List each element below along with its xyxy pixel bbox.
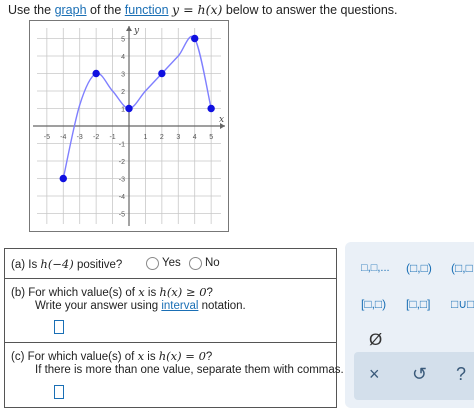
- x-tick-label: -4: [60, 134, 66, 141]
- question-c-label: (c): [11, 351, 25, 363]
- x-tick-label: -5: [44, 134, 50, 141]
- answer-b-input[interactable]: [54, 320, 64, 334]
- palette-closed-interval-button[interactable]: [□,□]: [406, 297, 431, 311]
- y-tick-label: -2: [119, 159, 125, 166]
- question-a-label: (a): [11, 259, 26, 271]
- y-tick-label: 2: [121, 89, 125, 96]
- x-tick-label: 3: [176, 134, 180, 141]
- help-icon[interactable]: ?: [456, 364, 466, 385]
- palette-closed-open-button[interactable]: [□,□): [361, 297, 386, 311]
- question-b-line2-after: notation.: [198, 300, 246, 312]
- data-point: [207, 104, 215, 113]
- question-b-mid: is: [144, 287, 160, 299]
- empty-set-button[interactable]: Ø: [369, 330, 382, 350]
- undo-icon[interactable]: ↺: [412, 364, 427, 385]
- question-b-line2-before: Write your answer using: [35, 300, 162, 312]
- x-tick-label: 4: [193, 134, 197, 141]
- no-label: No: [205, 257, 220, 269]
- y-tick-label: -1: [119, 142, 125, 149]
- math-palette: □,□,... (□,□) (□,□ [□,□) [□,□] □∪□ Ø × ↺…: [345, 242, 474, 408]
- palette-list-button[interactable]: □,□,...: [361, 262, 390, 274]
- palette-union-button[interactable]: □∪□: [451, 297, 474, 311]
- graph-link[interactable]: graph: [55, 3, 87, 17]
- y-axis-label: y: [133, 26, 140, 36]
- question-a-before: Is: [28, 259, 41, 271]
- question-c-line1: (c) For which value(s) of x is h(x) = 0?: [11, 349, 212, 363]
- data-point: [59, 174, 67, 183]
- question-c-expr: h(x) = 0: [158, 349, 206, 363]
- clear-icon[interactable]: ×: [369, 364, 380, 385]
- palette-action-bar: × ↺ ?: [354, 352, 474, 400]
- x-tick-label: -1: [109, 134, 115, 141]
- question-b-line2: Write your answer using interval notatio…: [35, 300, 246, 312]
- question-a-row: (a) Is h(−4) positive? Yes No: [5, 249, 336, 278]
- question-b-after: ?: [206, 287, 213, 299]
- x-tick-label: 1: [143, 134, 147, 141]
- question-b-line1: (b) For which value(s) of x is h(x) ≥ 0?: [11, 285, 213, 299]
- x-tick-label: -2: [93, 134, 99, 141]
- instr-after: below to answer the questions.: [222, 3, 398, 17]
- y-tick-label: -5: [119, 212, 125, 219]
- question-b-row: (b) For which value(s) of x is h(x) ≥ 0?…: [5, 278, 336, 343]
- x-tick-label: 5: [209, 134, 213, 141]
- y-tick-label: -3: [119, 177, 125, 184]
- x-tick-label: -3: [77, 134, 83, 141]
- question-c-after: ?: [205, 351, 213, 363]
- y-tick-label: 1: [121, 107, 125, 114]
- data-point: [191, 34, 199, 43]
- instr-middle: of the: [86, 3, 125, 17]
- palette-open-left-button[interactable]: (□,□: [451, 261, 473, 275]
- y-tick-label: 3: [121, 72, 125, 79]
- x-axis-label: x: [219, 115, 224, 125]
- function-equation: y = h(x): [172, 2, 223, 17]
- question-b-expr: h(x) ≥ 0: [159, 285, 207, 299]
- y-tick-label: 4: [121, 54, 125, 61]
- question-b-label: (b): [11, 287, 26, 299]
- palette-open-interval-button[interactable]: (□,□): [406, 261, 432, 275]
- no-radio[interactable]: [189, 257, 202, 270]
- question-c-line2: If there is more than one value, separat…: [35, 364, 344, 376]
- yes-radio[interactable]: [146, 257, 159, 270]
- interval-link[interactable]: interval: [161, 300, 198, 312]
- y-tick-label: 5: [121, 37, 125, 44]
- question-c-row: (c) For which value(s) of x is h(x) = 0?…: [5, 342, 344, 408]
- y-tick-label: -4: [119, 194, 125, 201]
- yes-label: Yes: [162, 257, 181, 269]
- data-point: [158, 69, 166, 78]
- function-link[interactable]: function: [125, 3, 169, 17]
- question-b-before: For which value(s) of: [28, 287, 139, 299]
- question-c-mid: is: [144, 351, 159, 363]
- question-a-after: positive?: [73, 259, 123, 271]
- instr-before: Use the: [8, 3, 55, 17]
- data-point: [92, 69, 100, 78]
- instructions: Use the graph of the function y = h(x) b…: [8, 2, 398, 17]
- answer-c-input[interactable]: [54, 385, 64, 399]
- question-c-before: For which value(s) of: [27, 351, 138, 363]
- question-a-text: (a) Is h(−4) positive?: [11, 257, 122, 271]
- data-point: [125, 104, 133, 113]
- question-a-expr: h(−4): [40, 257, 74, 271]
- questions-table: (a) Is h(−4) positive? Yes No (b) For wh…: [4, 248, 344, 408]
- x-tick-label: 2: [160, 134, 164, 141]
- function-graph: -5 -4 -3 -2 -1 1 2 3 4 5 5 4 3 2 1 -1 -2 -3 -4 -5 x y: [29, 20, 229, 232]
